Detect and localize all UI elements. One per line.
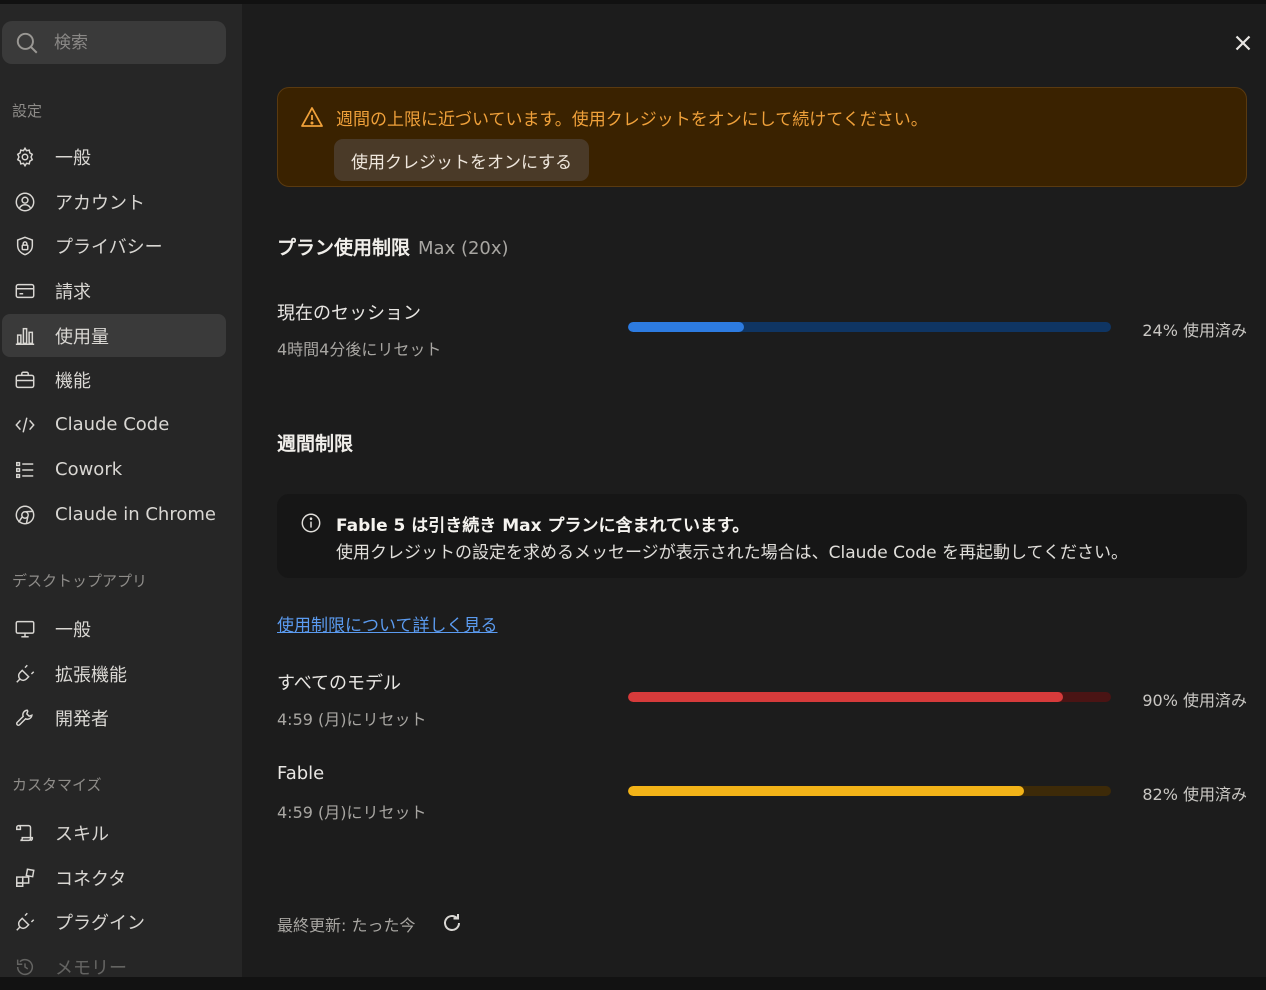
all-models-reset: 4:59 (月)にリセット [277, 710, 427, 729]
all-models-percent: 90% 使用済み [1142, 691, 1247, 710]
sidebar-item-features[interactable]: 機能 [2, 358, 226, 401]
sidebar-item-skills[interactable]: スキル [2, 811, 226, 854]
sidebar-item-label: 請求 [55, 281, 91, 303]
sidebar-item-claude-code[interactable]: Claude Code [2, 403, 226, 446]
usage-warning-banner: 週間の上限に近づいています。使用クレジットをオンにして続けてください。 使用クレ… [277, 87, 1247, 187]
plug-icon [13, 662, 37, 686]
sidebar-item-label: プラグイン [55, 912, 145, 934]
search-input[interactable] [54, 32, 214, 53]
window-bottom-edge [0, 977, 1266, 990]
sidebar-item-memory[interactable]: メモリー [2, 945, 226, 977]
info-notice: Fable 5 は引き続き Max プランに含まれています。 使用クレジットの設… [277, 494, 1247, 578]
sidebar-item-label: 機能 [55, 370, 91, 392]
session-title: 現在のセッション [277, 303, 421, 324]
info-line-1: Fable 5 は引き続き Max プランに含まれています。 [336, 516, 750, 536]
sidebar-item-label: コネクタ [55, 868, 127, 890]
blocks-icon [13, 866, 37, 890]
sidebar-item-extensions[interactable]: 拡張機能 [2, 652, 226, 695]
all-models-progress-fill [628, 692, 1063, 702]
all-models-progress-bar [628, 692, 1111, 702]
bar-chart-icon [13, 324, 37, 348]
globe-icon [13, 503, 37, 527]
desktop-section-label: デスクトップアプリ [12, 572, 148, 590]
fable-percent: 82% 使用済み [1142, 785, 1247, 804]
session-percent: 24% 使用済み [1142, 321, 1247, 340]
sidebar-item-label: メモリー [55, 957, 127, 978]
sidebar-item-connectors[interactable]: コネクタ [2, 856, 226, 899]
close-icon[interactable] [1230, 30, 1256, 56]
customize-section-label: カスタマイズ [12, 776, 102, 794]
plan-usage-heading: プラン使用制限 [277, 237, 411, 259]
last-updated: 最終更新: たった今 [277, 916, 416, 935]
gear-icon [13, 145, 37, 169]
fable-title: Fable [277, 763, 325, 784]
weekly-limits-heading: 週間制限 [277, 433, 354, 455]
refresh-icon[interactable] [440, 911, 464, 935]
session-reset: 4時間4分後にリセット [277, 340, 442, 359]
fable-progress-bar [628, 786, 1111, 796]
sidebar-item-label: 開発者 [55, 708, 109, 730]
history-icon [13, 955, 37, 978]
sidebar-item-account[interactable]: アカウント [2, 180, 226, 223]
sidebar-item-label: プライバシー [55, 236, 163, 258]
learn-more-link[interactable]: 使用制限について詳しく見る [277, 611, 498, 636]
all-models-title: すべてのモデル [277, 673, 402, 694]
list-icon [13, 458, 37, 482]
sidebar-item-privacy[interactable]: プライバシー [2, 224, 226, 267]
search-icon [16, 32, 38, 53]
code-icon [13, 413, 37, 437]
shield-lock-icon [13, 234, 37, 258]
info-icon [301, 513, 321, 533]
enable-credits-button[interactable]: 使用クレジットをオンにする [334, 139, 590, 181]
info-line-2: 使用クレジットの設定を求めるメッセージが表示された場合は、Claude Code… [336, 543, 1129, 563]
sidebar-item-label: 一般 [55, 619, 91, 641]
scroll-icon [13, 821, 37, 845]
sidebar-item-general[interactable]: 一般 [2, 135, 226, 178]
sidebar-item-developer[interactable]: 開発者 [2, 696, 226, 739]
sidebar-item-label: 使用量 [55, 326, 109, 348]
sidebar-item-label: 拡張機能 [55, 664, 127, 686]
monitor-icon [13, 617, 37, 641]
sidebar-item-label: Cowork [55, 459, 123, 480]
wrench-icon [13, 706, 37, 730]
search-box[interactable] [2, 21, 226, 64]
plan-usage-title: プラン使用制限 Max (20x) [277, 233, 509, 260]
session-progress-bar [628, 322, 1111, 332]
sidebar-item-billing[interactable]: 請求 [2, 269, 226, 312]
credit-card-icon [13, 279, 37, 303]
sidebar-item-label: Claude in Chrome [55, 504, 216, 525]
sidebar-item-label: スキル [55, 823, 109, 845]
sidebar-item-label: Claude Code [55, 414, 170, 435]
sidebar-item-desktop-general[interactable]: 一般 [2, 607, 226, 650]
sidebar-item-usage[interactable]: 使用量 [2, 314, 226, 357]
sidebar-item-label: 一般 [55, 147, 91, 169]
settings-section-label: 設定 [12, 102, 43, 120]
fable-reset: 4:59 (月)にリセット [277, 803, 427, 822]
sidebar-item-cowork[interactable]: Cowork [2, 448, 226, 491]
sidebar-item-plugins[interactable]: プラグイン [2, 900, 226, 943]
fable-progress-fill [628, 786, 1025, 796]
plug-icon [13, 910, 37, 934]
sidebar: 設定 一般 アカウント プライバシー 請求 使用量 機能 Claude Code… [0, 4, 242, 977]
session-progress-fill [628, 322, 744, 332]
plan-name: Max (20x) [418, 238, 509, 259]
sidebar-item-label: アカウント [55, 192, 145, 214]
toolbox-icon [13, 368, 37, 392]
sidebar-item-claude-in-chrome[interactable]: Claude in Chrome [2, 493, 226, 536]
user-circle-icon [13, 190, 37, 214]
warning-icon [301, 107, 323, 127]
warning-message: 週間の上限に近づいています。使用クレジットをオンにして続けてください。 [336, 110, 928, 130]
